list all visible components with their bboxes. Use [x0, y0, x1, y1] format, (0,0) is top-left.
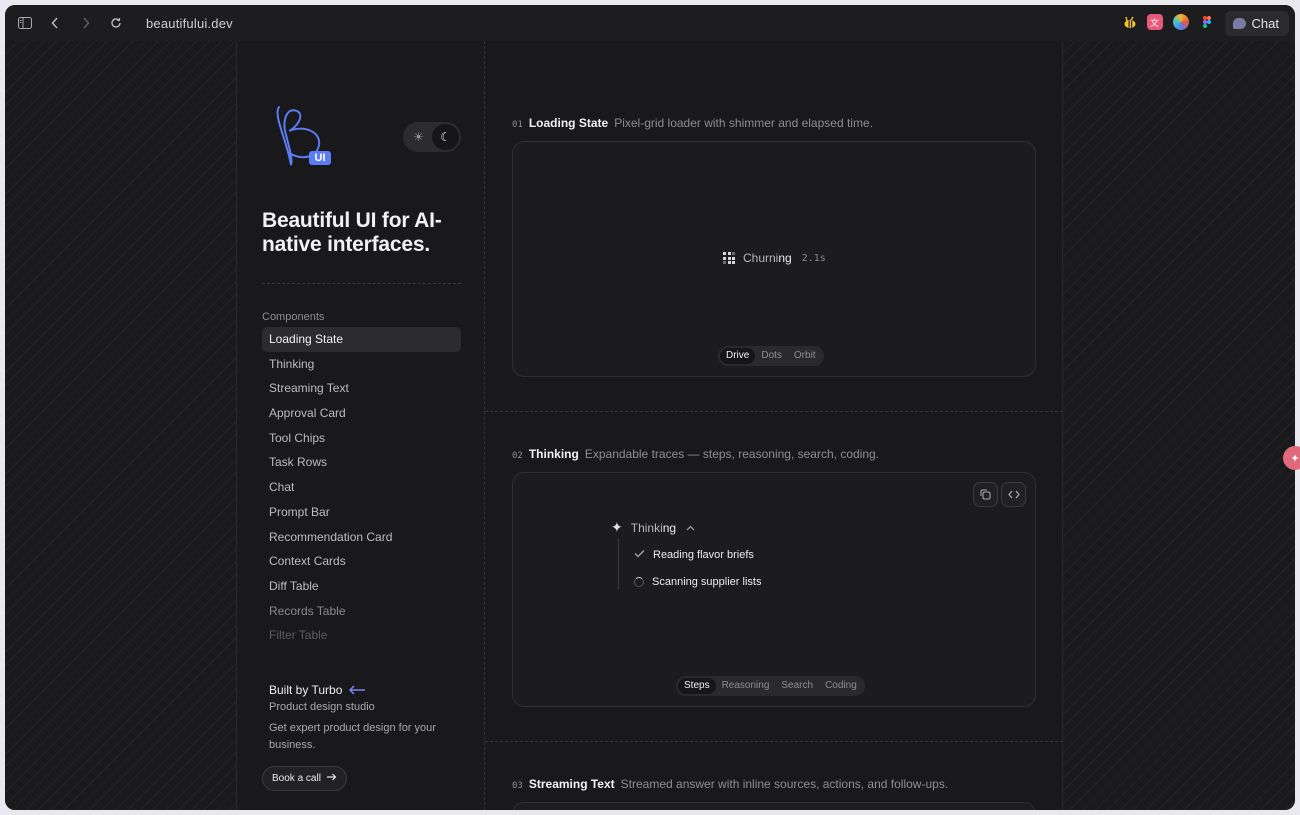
arrow-left-icon — [348, 682, 366, 698]
tab-steps[interactable]: Steps — [678, 678, 716, 694]
chat-button-label: Chat — [1251, 16, 1279, 31]
sidebar: UI ☀ ☾ Beautiful UI for AI-native interf… — [236, 41, 485, 810]
promo-subtitle: Product design studio — [269, 701, 375, 713]
svg-text:文: 文 — [1150, 17, 1159, 28]
elapsed-time: 2.1s — [801, 252, 826, 264]
section-header-thinking: 02 Thinking Expandable traces — steps, r… — [512, 447, 879, 461]
moon-icon[interactable]: ☾ — [432, 124, 459, 150]
section-description: Expandable traces — steps, reasoning, se… — [584, 447, 880, 461]
tab-drive[interactable]: Drive — [720, 348, 756, 364]
nav-item-approval-card[interactable]: Approval Card — [262, 401, 461, 426]
step-label: Reading flavor briefs — [653, 549, 754, 561]
address-bar[interactable]: beautifului.dev — [146, 16, 233, 31]
logo-badge-text: UI — [314, 152, 326, 164]
promo-title[interactable]: Built by Turbo — [269, 683, 342, 697]
loading-state-demo-card: Churning 2.1s Drive Dots Orbit — [512, 141, 1036, 377]
chat-bubble-icon — [1232, 18, 1246, 29]
trace-step: Reading flavor briefs — [634, 549, 754, 561]
tab-reasoning[interactable]: Reasoning — [716, 678, 776, 694]
thinking-label: Thinking — [630, 520, 677, 535]
reload-icon[interactable] — [107, 14, 125, 32]
nav-item-task-rows[interactable]: Task Rows — [262, 450, 461, 475]
chat-button[interactable]: Chat — [1224, 11, 1289, 36]
loader: Churning 2.1s — [723, 251, 826, 265]
section-title: Streaming Text — [528, 777, 615, 791]
copy-icon[interactable] — [973, 482, 998, 507]
nav-item-chat[interactable]: Chat — [262, 475, 461, 500]
thinking-toggle[interactable]: ✦ Thinking — [611, 519, 695, 536]
components-heading: Components — [262, 311, 325, 323]
page-background: UI ☀ ☾ Beautiful UI for AI-native interf… — [5, 41, 1295, 810]
browser-window: beautifului.dev 文 Chat UI ☀ ☾ Beautiful … — [5, 5, 1295, 810]
main-content: 01 Loading State Pixel-grid loader with … — [485, 41, 1063, 810]
promo-block: Built by Turbo Product design studio Get… — [269, 681, 439, 754]
sparkle-icon: ✦ — [1290, 452, 1300, 465]
streaming-text-demo-card — [512, 802, 1036, 810]
browser-toolbar: beautifului.dev 文 Chat — [5, 5, 1295, 41]
tab-coding[interactable]: Coding — [819, 678, 863, 694]
loader-label: Churning — [743, 251, 792, 265]
translate-extension-icon[interactable]: 文 — [1147, 14, 1163, 30]
sidebar-toggle-icon[interactable] — [16, 14, 34, 32]
color-wheel-extension-icon[interactable] — [1173, 14, 1189, 30]
arrow-right-icon — [326, 773, 337, 784]
nav-item-thinking[interactable]: Thinking — [262, 352, 461, 377]
step-label: Scanning supplier lists — [652, 576, 762, 588]
nav-item-loading-state[interactable]: Loading State — [262, 327, 461, 352]
forward-icon[interactable] — [77, 14, 95, 32]
code-icon[interactable] — [1001, 482, 1026, 507]
nav-item-context-cards[interactable]: Context Cards — [262, 549, 461, 574]
thinking-demo-card: ✦ Thinking Reading flavor briefs Scannin… — [512, 472, 1036, 707]
section-number: 01 — [512, 120, 523, 130]
promo-title-row: Built by Turbo — [269, 681, 439, 699]
extension-icons: 文 — [1121, 14, 1215, 30]
pixel-grid-icon — [723, 252, 735, 264]
nav-item-recommendation-card[interactable]: Recommendation Card — [262, 525, 461, 550]
tab-dots[interactable]: Dots — [755, 348, 788, 364]
promo-description: Get expert product design for your busin… — [269, 722, 436, 751]
check-icon — [634, 549, 645, 561]
loader-variant-tabs: Drive Dots Orbit — [718, 346, 824, 366]
nav-item-records-table[interactable]: Records Table — [262, 599, 461, 624]
theme-toggle[interactable]: ☀ ☾ — [403, 122, 461, 152]
section-number: 03 — [512, 781, 523, 791]
nav-item-filter-table[interactable]: Filter Table — [262, 623, 461, 648]
section-divider — [485, 411, 1063, 412]
figma-extension-icon[interactable] — [1199, 14, 1215, 30]
nav-item-streaming-text[interactable]: Streaming Text — [262, 376, 461, 401]
section-title: Thinking — [528, 447, 579, 461]
sun-icon[interactable]: ☀ — [405, 124, 432, 150]
section-description: Pixel-grid loader with shimmer and elaps… — [614, 116, 873, 130]
bee-extension-icon[interactable] — [1121, 14, 1137, 30]
section-header-streaming-text: 03 Streaming Text Streamed answer with i… — [512, 777, 948, 791]
nav-item-prompt-bar[interactable]: Prompt Bar — [262, 500, 461, 525]
site-tagline: Beautiful UI for AI-native interfaces. — [262, 209, 442, 256]
components-nav: Loading State Thinking Streaming Text Ap… — [262, 327, 461, 648]
sidebar-divider — [262, 283, 461, 284]
tab-orbit[interactable]: Orbit — [788, 348, 822, 364]
floating-assistant-button[interactable]: ✦ — [1283, 446, 1300, 470]
trace-step: Scanning supplier lists — [634, 576, 761, 588]
nav-item-diff-table[interactable]: Diff Table — [262, 574, 461, 599]
section-title: Loading State — [528, 116, 609, 130]
tab-search[interactable]: Search — [775, 678, 819, 694]
book-call-label: Book a call — [272, 773, 321, 784]
section-number: 02 — [512, 451, 523, 461]
section-header-loading-state: 01 Loading State Pixel-grid loader with … — [512, 116, 873, 130]
sparkle-icon: ✦ — [611, 519, 623, 535]
chevron-up-icon — [686, 523, 695, 533]
thinking-variant-tabs: Steps Reasoning Search Coding — [676, 676, 865, 696]
brand-logo[interactable]: UI — [271, 101, 333, 171]
trace-line — [618, 539, 619, 589]
nav-item-tool-chips[interactable]: Tool Chips — [262, 426, 461, 451]
section-description: Streamed answer with inline sources, act… — [620, 777, 949, 791]
spinner-icon — [634, 577, 644, 587]
section-divider — [485, 741, 1063, 742]
book-call-button[interactable]: Book a call — [262, 766, 347, 791]
back-icon[interactable] — [46, 14, 64, 32]
